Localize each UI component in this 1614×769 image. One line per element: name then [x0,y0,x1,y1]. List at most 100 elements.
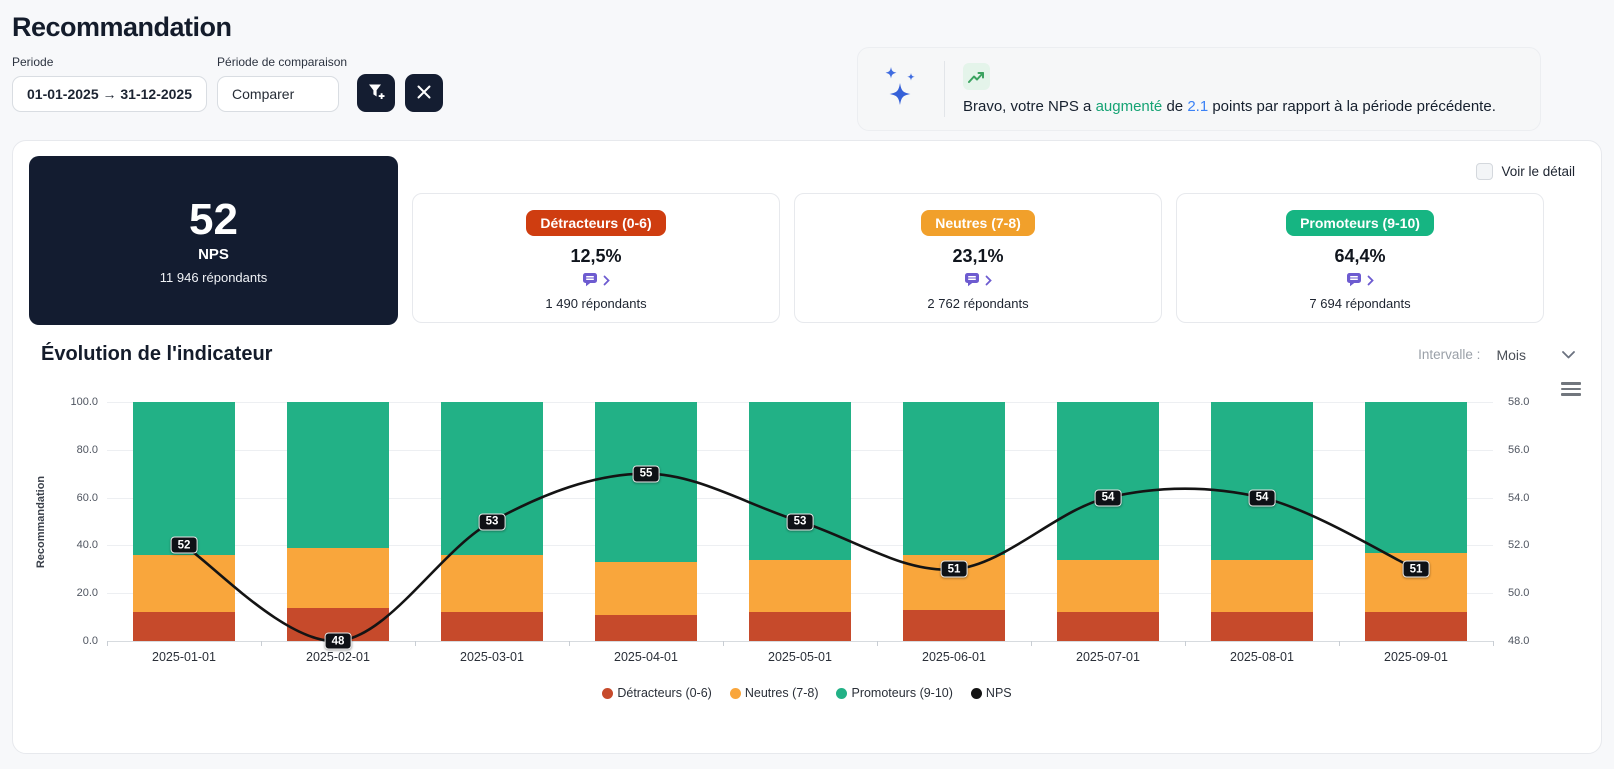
close-icon [416,84,432,103]
y-axis-tick-right: 58.0 [1508,396,1530,408]
detractors-comments-link[interactable] [582,271,610,292]
clear-filters-button[interactable] [405,74,444,112]
legend-dot-icon [602,687,614,699]
legend-dot-icon [836,687,848,699]
chart-menu-icon[interactable] [1561,382,1581,396]
promoters-respondents: 7 694 répondants [1309,296,1411,311]
neutrals-respondents: 2 762 répondants [927,296,1029,311]
detail-toggle[interactable]: Voir le détail [1476,163,1575,180]
neutrals-badge: Neutres (7-8) [921,210,1035,236]
detail-checkbox[interactable] [1476,163,1494,180]
y-axis-tick-left: 80.0 [76,443,98,456]
x-axis-label: 2025-01-01 [152,650,216,664]
x-axis-label: 2025-08-01 [1230,650,1294,664]
period-filter-group: Periode 01-01-2025 → 31-12-2025 [12,55,208,112]
nps-respondents: 11 946 répondants [159,270,268,286]
detractors-value: 12,5% [570,246,622,266]
period-label: Periode [12,55,54,69]
nps-point-label[interactable]: 51 [1402,560,1430,578]
legend-label: Neutres (7-8) [744,686,819,700]
x-axis-tick [1031,641,1032,646]
x-axis-label: 2025-02-01 [306,650,370,664]
divider [944,61,945,117]
detail-toggle-label: Voir le détail [1501,164,1575,179]
trend-up-icon [963,63,990,90]
x-axis-tick [415,641,416,646]
y-axis-tick-left: 100.0 [70,396,98,408]
interval-control: Intervalle : Mois [1418,346,1575,364]
neutrals-value: 23,1% [952,246,1004,266]
nps-point-label[interactable]: 55 [632,465,660,483]
chevron-right-icon [603,273,610,291]
y-axis-tick-left: 40.0 [76,539,98,552]
dashboard-card: Voir le détail 52 NPS 11 946 répondants … [12,140,1602,754]
legend-label: NPS [985,686,1012,700]
legend-item[interactable]: Détracteurs (0-6) [602,686,712,700]
x-axis-tick [877,641,878,646]
y-axis-tick-right: 48.0 [1508,635,1530,647]
x-axis-tick [107,641,108,646]
detractors-card: Détracteurs (0-6) 12,5% 1 490 répondants [412,193,780,323]
nps-point-label[interactable]: 54 [1248,489,1276,507]
y-axis-tick-right: 56.0 [1508,443,1530,456]
chevron-right-icon [1367,273,1374,291]
x-axis-label: 2025-06-01 [922,650,986,664]
y-axis-title: Recommandation [35,475,47,568]
add-filter-button[interactable] [357,74,396,112]
promoters-comments-link[interactable] [1346,271,1374,292]
header: Recommandation Periode 01-01-2025 → 31-1… [0,0,1614,140]
interval-select[interactable]: Mois [1496,346,1575,364]
nps-point-label[interactable]: 52 [170,536,198,554]
y-axis-tick-right: 54.0 [1508,491,1530,504]
comment-icon [964,271,981,292]
comment-icon [582,271,599,292]
plot-area: Recommandation 0.0 48.0 20.0 50.0 40.0 52.0 60… [35,396,1529,664]
x-axis-label: 2025-04-01 [614,650,678,664]
section-title: Évolution de l'indicateur [41,343,273,365]
x-axis-label: 2025-03-01 [460,650,524,664]
promoters-badge: Promoteurs (9-10) [1286,210,1434,236]
nps-point-label[interactable]: 54 [1094,489,1122,507]
x-axis-tick [1185,641,1186,646]
neutrals-card: Neutres (7-8) 23,1% 2 762 répondants [794,193,1162,323]
page: Recommandation Periode 01-01-2025 → 31-1… [0,0,1614,769]
comment-icon [1346,271,1363,292]
detractors-badge: Détracteurs (0-6) [526,210,666,236]
comparison-input[interactable]: Comparer [217,76,340,112]
nps-point-label[interactable]: 53 [478,513,506,530]
legend-item[interactable]: Neutres (7-8) [729,686,819,700]
y-axis-tick-left: 20.0 [76,587,98,600]
legend-label: Promoteurs (9-10) [851,686,953,700]
funnel-plus-icon [366,81,387,105]
chevron-right-icon [985,273,992,291]
ai-sparkles-icon [878,61,926,118]
nps-point-label[interactable]: 51 [940,560,968,578]
chart-legend: Détracteurs (0-6) Neutres (7-8) Promoteurs… [29,686,1585,700]
insight-trend-word: augmenté [1095,98,1163,115]
nps-score-card: 52 NPS 11 946 répondants [29,156,398,325]
insight-text: Bravo, votre NPS a augmenté de 2.1 point… [963,98,1496,115]
legend-item[interactable]: NPS [970,686,1012,700]
y-axis-tick-right: 50.0 [1508,587,1530,600]
period-range-input[interactable]: 01-01-2025 → 31-12-2025 [12,76,208,112]
interval-label: Intervalle : [1418,347,1481,362]
evolution-chart: Recommandation 0.0 48.0 20.0 50.0 40.0 52.0 60… [29,374,1585,714]
section-row: Évolution de l'indicateur Intervalle : M… [13,325,1601,366]
insight-delta-value: 2.1 [1187,98,1209,115]
legend-item[interactable]: Promoteurs (9-10) [836,686,953,700]
neutrals-comments-link[interactable] [964,271,992,292]
x-axis-label: 2025-07-01 [1076,650,1140,664]
nps-point-label[interactable]: 48 [324,632,352,650]
legend-dot-icon [970,687,982,699]
x-axis-tick [1339,641,1340,646]
x-axis-tick [261,641,262,646]
x-axis-tick [1493,641,1494,646]
nps-point-label[interactable]: 53 [786,513,814,530]
kpi-row: 52 NPS 11 946 répondants Détracteurs (0-… [13,141,1601,325]
ai-insight-banner: Bravo, votre NPS a augmenté de 2.1 point… [857,47,1541,131]
x-axis-tick [569,641,570,646]
y-axis-tick-left: 60.0 [76,491,98,504]
nps-label: NPS [198,246,229,264]
nps-value: 52 [189,194,238,244]
x-axis-label: 2025-05-01 [768,650,832,664]
